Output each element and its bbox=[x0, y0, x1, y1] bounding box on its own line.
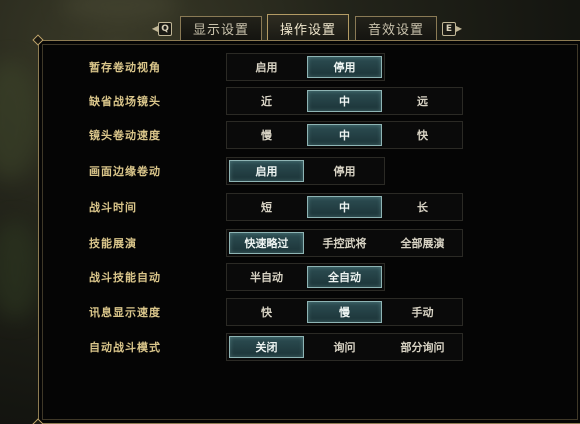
settings-panel: 暂存卷动视角 启用 停用 缺省战场镜头近中远镜头卷动速度慢中快画面边缘卷动 启用 停用 战斗… bbox=[32, 34, 580, 424]
setting-row: 自动战斗模式 关闭 询问 部分询问 bbox=[89, 333, 469, 361]
option-group: 短中长 bbox=[226, 193, 463, 221]
option-button[interactable]: 中 bbox=[307, 196, 382, 218]
tab-display-settings[interactable]: 显示设置 bbox=[180, 16, 262, 40]
option-button[interactable]: 手控武将 bbox=[307, 232, 382, 254]
option-button[interactable]: 中 bbox=[307, 124, 382, 146]
setting-label: 自动战斗模式 bbox=[89, 341, 161, 354]
option-group: 启用 停用 bbox=[226, 53, 385, 81]
setting-row: 讯息显示速度 快慢手动 bbox=[89, 298, 469, 326]
option-group: 近中远 bbox=[226, 87, 463, 115]
option-button[interactable]: 慢 bbox=[307, 301, 382, 323]
option-button[interactable]: 停用 bbox=[307, 160, 382, 182]
option-button[interactable]: 近 bbox=[229, 90, 304, 112]
option-button[interactable]: 全部展演 bbox=[385, 232, 460, 254]
option-button[interactable]: 短 bbox=[229, 196, 304, 218]
setting-label: 画面边缘卷动 bbox=[89, 165, 161, 178]
setting-label: 战斗技能自动 bbox=[89, 271, 161, 284]
option-button[interactable]: 部分询问 bbox=[385, 336, 460, 358]
option-button[interactable]: 关闭 bbox=[229, 336, 304, 358]
option-group: 快慢手动 bbox=[226, 298, 463, 326]
next-tab-key[interactable]: E ▶ bbox=[440, 20, 464, 37]
option-button[interactable]: 快 bbox=[385, 124, 460, 146]
option-button[interactable]: 长 bbox=[385, 196, 460, 218]
option-button[interactable]: 询问 bbox=[307, 336, 382, 358]
setting-label: 战斗时间 bbox=[89, 201, 137, 214]
setting-row: 技能展演 快速略过 手控武将 全部展演 bbox=[89, 229, 469, 257]
option-group: 半自动 全自动 bbox=[226, 263, 385, 291]
option-button[interactable]: 全自动 bbox=[307, 266, 382, 288]
key-cap-q: Q bbox=[158, 21, 173, 36]
option-group: 快速略过 手控武将 全部展演 bbox=[226, 229, 463, 257]
tab-control-settings[interactable]: 操作设置 bbox=[267, 14, 349, 41]
option-button[interactable]: 启用 bbox=[229, 160, 304, 182]
setting-row: 镜头卷动速度 慢中快 bbox=[89, 121, 469, 149]
prev-tab-key[interactable]: ◀ Q bbox=[150, 20, 174, 37]
option-button[interactable]: 手动 bbox=[385, 301, 460, 323]
background-moss bbox=[0, 220, 40, 320]
option-button[interactable]: 远 bbox=[385, 90, 460, 112]
setting-label: 暂存卷动视角 bbox=[89, 61, 161, 74]
setting-row: 战斗技能自动 半自动 全自动 bbox=[89, 263, 469, 291]
setting-label: 镜头卷动速度 bbox=[89, 129, 161, 142]
option-button[interactable]: 慢 bbox=[229, 124, 304, 146]
tab-sound-settings[interactable]: 音效设置 bbox=[355, 16, 437, 40]
option-button[interactable]: 快 bbox=[229, 301, 304, 323]
setting-label: 技能展演 bbox=[89, 237, 137, 250]
option-button[interactable]: 停用 bbox=[307, 56, 382, 78]
option-group: 启用 停用 bbox=[226, 157, 385, 185]
setting-label: 缺省战场镜头 bbox=[89, 95, 161, 108]
setting-row: 画面边缘卷动 启用 停用 bbox=[89, 157, 469, 185]
setting-row: 战斗时间 短中长 bbox=[89, 193, 469, 221]
frame-corner-ornament bbox=[32, 418, 44, 424]
key-cap-e: E bbox=[441, 21, 456, 36]
setting-row: 缺省战场镜头 近中远 bbox=[89, 87, 469, 115]
option-group: 慢中快 bbox=[226, 121, 463, 149]
option-button[interactable]: 中 bbox=[307, 90, 382, 112]
option-group: 关闭 询问 部分询问 bbox=[226, 333, 463, 361]
background-moss bbox=[0, 60, 40, 180]
setting-row: 暂存卷动视角 启用 停用 bbox=[89, 53, 469, 81]
option-button[interactable]: 半自动 bbox=[229, 266, 304, 288]
option-button[interactable]: 启用 bbox=[229, 56, 304, 78]
settings-tab-bar: ◀ Q 显示设置 操作设置 音效设置 E ▶ bbox=[0, 14, 580, 42]
arrow-right-icon: ▶ bbox=[455, 24, 463, 33]
option-button[interactable]: 快速略过 bbox=[229, 232, 304, 254]
setting-label: 讯息显示速度 bbox=[89, 306, 161, 319]
